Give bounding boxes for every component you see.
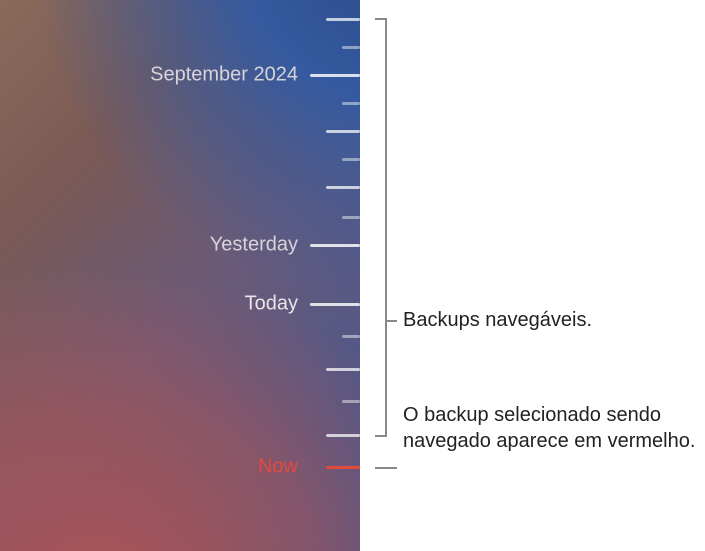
timeline-ruler[interactable] <box>290 0 360 551</box>
timeline-tick-month[interactable] <box>310 74 360 77</box>
timeline-tick-today[interactable] <box>310 303 360 306</box>
timeline-tick[interactable] <box>326 130 360 133</box>
timeline-tick[interactable] <box>342 335 360 338</box>
timeline-tick[interactable] <box>326 186 360 189</box>
timeline-tick[interactable] <box>326 18 360 21</box>
timeline-tick[interactable] <box>342 216 360 219</box>
timeline-tick[interactable] <box>326 368 360 371</box>
timeline-label-yesterday: Yesterday <box>210 234 298 257</box>
timeline-tick[interactable] <box>326 434 360 437</box>
timeline-tick[interactable] <box>342 158 360 161</box>
callout-selected: O backup selecionado sendo navegado apar… <box>403 403 697 454</box>
timeline-tick[interactable] <box>342 102 360 105</box>
callout-navigable: Backups navegáveis. <box>403 308 697 334</box>
timeline-panel: September 2024 Yesterday Today Now <box>0 0 360 551</box>
timeline-label-month: September 2024 <box>150 64 298 87</box>
callout-leader-selected <box>375 467 397 469</box>
timeline-tick[interactable] <box>342 46 360 49</box>
timeline-tick-now[interactable] <box>326 466 360 469</box>
timeline-tick[interactable] <box>342 400 360 403</box>
timeline-tick-yesterday[interactable] <box>310 244 360 247</box>
